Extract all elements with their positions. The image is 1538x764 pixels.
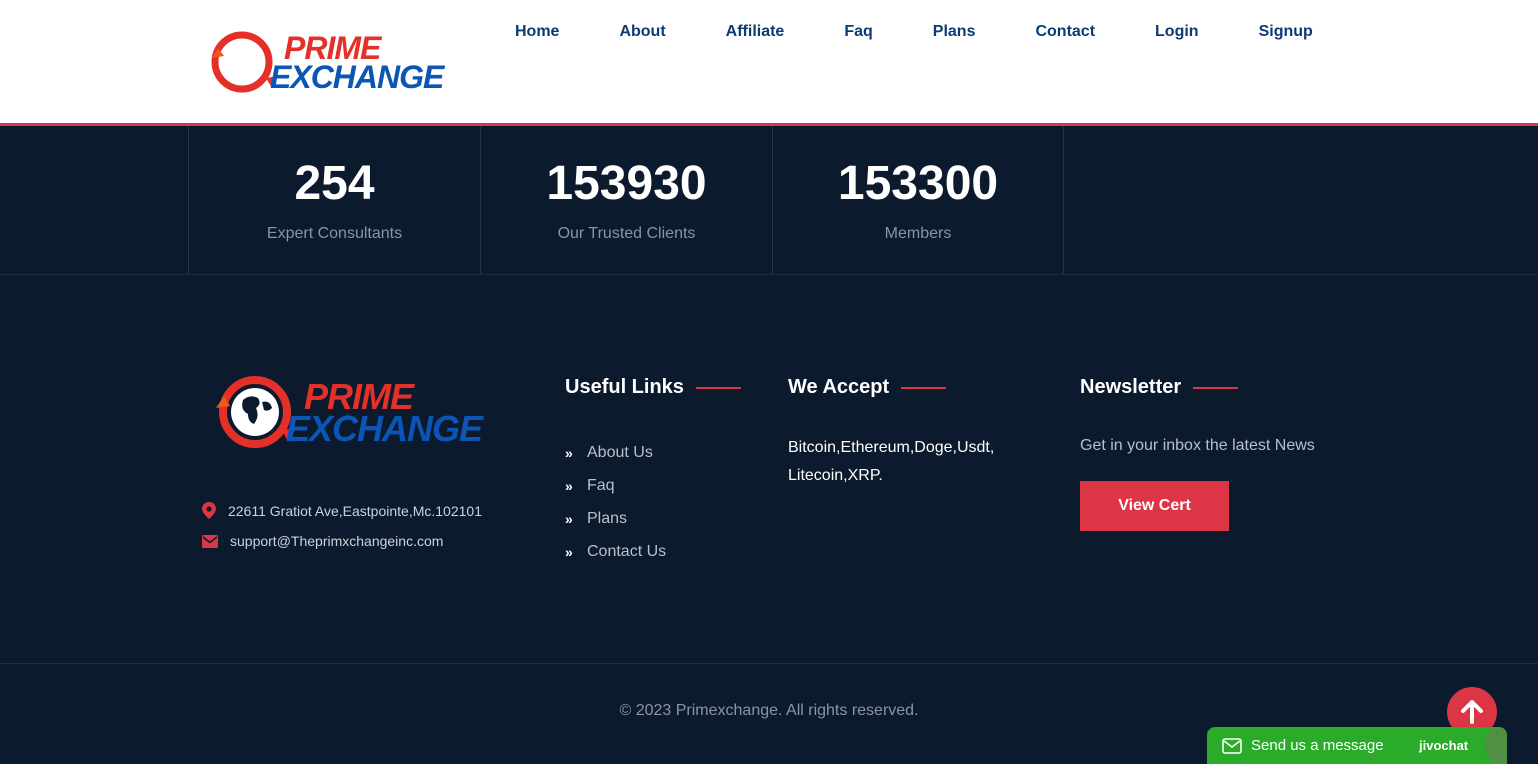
stat-value: 153930 bbox=[546, 157, 707, 210]
address-text: 22611 Gratiot Ave,Eastpointe,Mc.102101 bbox=[228, 502, 482, 519]
divider bbox=[0, 274, 1538, 275]
logo-text-exchange: EXCHANGE bbox=[286, 408, 483, 449]
nav-login[interactable]: Login bbox=[1155, 22, 1199, 42]
envelope-icon bbox=[1222, 737, 1242, 754]
footer-link-contact-us[interactable]: » Contact Us bbox=[565, 535, 666, 568]
nav-signup[interactable]: Signup bbox=[1259, 22, 1313, 42]
stat-label: Members bbox=[884, 225, 952, 242]
nav-plans[interactable]: Plans bbox=[933, 22, 976, 42]
accepted-currencies: Bitcoin,Ethereum,Doge,Usdt, Litecoin,XRP… bbox=[788, 439, 995, 484]
nav-contact[interactable]: Contact bbox=[1035, 22, 1095, 42]
stat-label: Our Trusted Clients bbox=[557, 225, 696, 242]
footer-link-faq[interactable]: » Faq bbox=[565, 469, 666, 502]
footer-address: 22611 Gratiot Ave,Eastpointe,Mc.102101 bbox=[202, 502, 482, 519]
copyright-text: © 2023 Primexchange. All rights reserved… bbox=[619, 702, 919, 719]
stat-members: 153300 Members bbox=[772, 126, 1064, 274]
header-logo[interactable]: PRIME EXCHANGE bbox=[208, 28, 444, 98]
stat-expert-consultants: 254 Expert Consultants bbox=[188, 126, 480, 274]
chat-corner-decoration bbox=[1485, 727, 1507, 764]
heading-underline bbox=[901, 386, 947, 389]
heading-underline bbox=[695, 386, 741, 389]
useful-links-list: » About Us » Faq » Plans » Contact Us bbox=[565, 436, 666, 568]
stat-label: Expert Consultants bbox=[266, 225, 403, 242]
envelope-icon bbox=[202, 534, 218, 548]
footer-email: support@Theprimxchangeinc.com bbox=[202, 533, 443, 549]
double-chevron-right-icon: » bbox=[565, 444, 573, 461]
main-nav: Home About Affiliate Faq Plans Contact L… bbox=[515, 22, 1313, 42]
double-chevron-right-icon: » bbox=[565, 510, 573, 527]
stats-row: 254 Expert Consultants 153930 Our Truste… bbox=[188, 126, 1064, 274]
double-chevron-right-icon: » bbox=[565, 543, 573, 560]
email-link[interactable]: support@Theprimxchangeinc.com bbox=[230, 533, 443, 549]
nav-about[interactable]: About bbox=[619, 22, 665, 42]
chat-widget[interactable]: Send us a message jivochat bbox=[1207, 727, 1507, 764]
footer-logo[interactable]: PRIME EXCHANGE bbox=[210, 372, 483, 454]
footer-link-plans[interactable]: » Plans bbox=[565, 502, 666, 535]
stat-value: 153300 bbox=[837, 157, 999, 210]
divider bbox=[0, 663, 1538, 664]
newsletter-heading: Newsletter bbox=[1080, 376, 1239, 399]
map-pin-icon bbox=[202, 502, 216, 519]
site-header: PRIME EXCHANGE Home About Affiliate Faq … bbox=[0, 0, 1538, 126]
useful-links-heading: Useful Links bbox=[565, 376, 741, 399]
footer-link-about-us[interactable]: » About Us bbox=[565, 436, 666, 469]
arrow-up-icon bbox=[1461, 700, 1483, 724]
nav-home[interactable]: Home bbox=[515, 22, 559, 42]
we-accept-heading: We Accept bbox=[788, 376, 947, 399]
nav-affiliate[interactable]: Affiliate bbox=[726, 22, 785, 42]
double-chevron-right-icon: » bbox=[565, 477, 573, 494]
stat-value: 254 bbox=[294, 157, 375, 210]
newsletter-text: Get in your inbox the latest News bbox=[1080, 437, 1315, 454]
heading-underline bbox=[1193, 386, 1239, 389]
chat-brand: jivochat bbox=[1419, 738, 1469, 753]
logo-text-exchange: EXCHANGE bbox=[270, 59, 444, 95]
chat-label: Send us a message bbox=[1251, 737, 1384, 754]
nav-faq[interactable]: Faq bbox=[844, 22, 872, 42]
stat-trusted-clients: 153930 Our Trusted Clients bbox=[480, 126, 772, 274]
view-cert-button[interactable]: View Cert bbox=[1080, 481, 1229, 531]
